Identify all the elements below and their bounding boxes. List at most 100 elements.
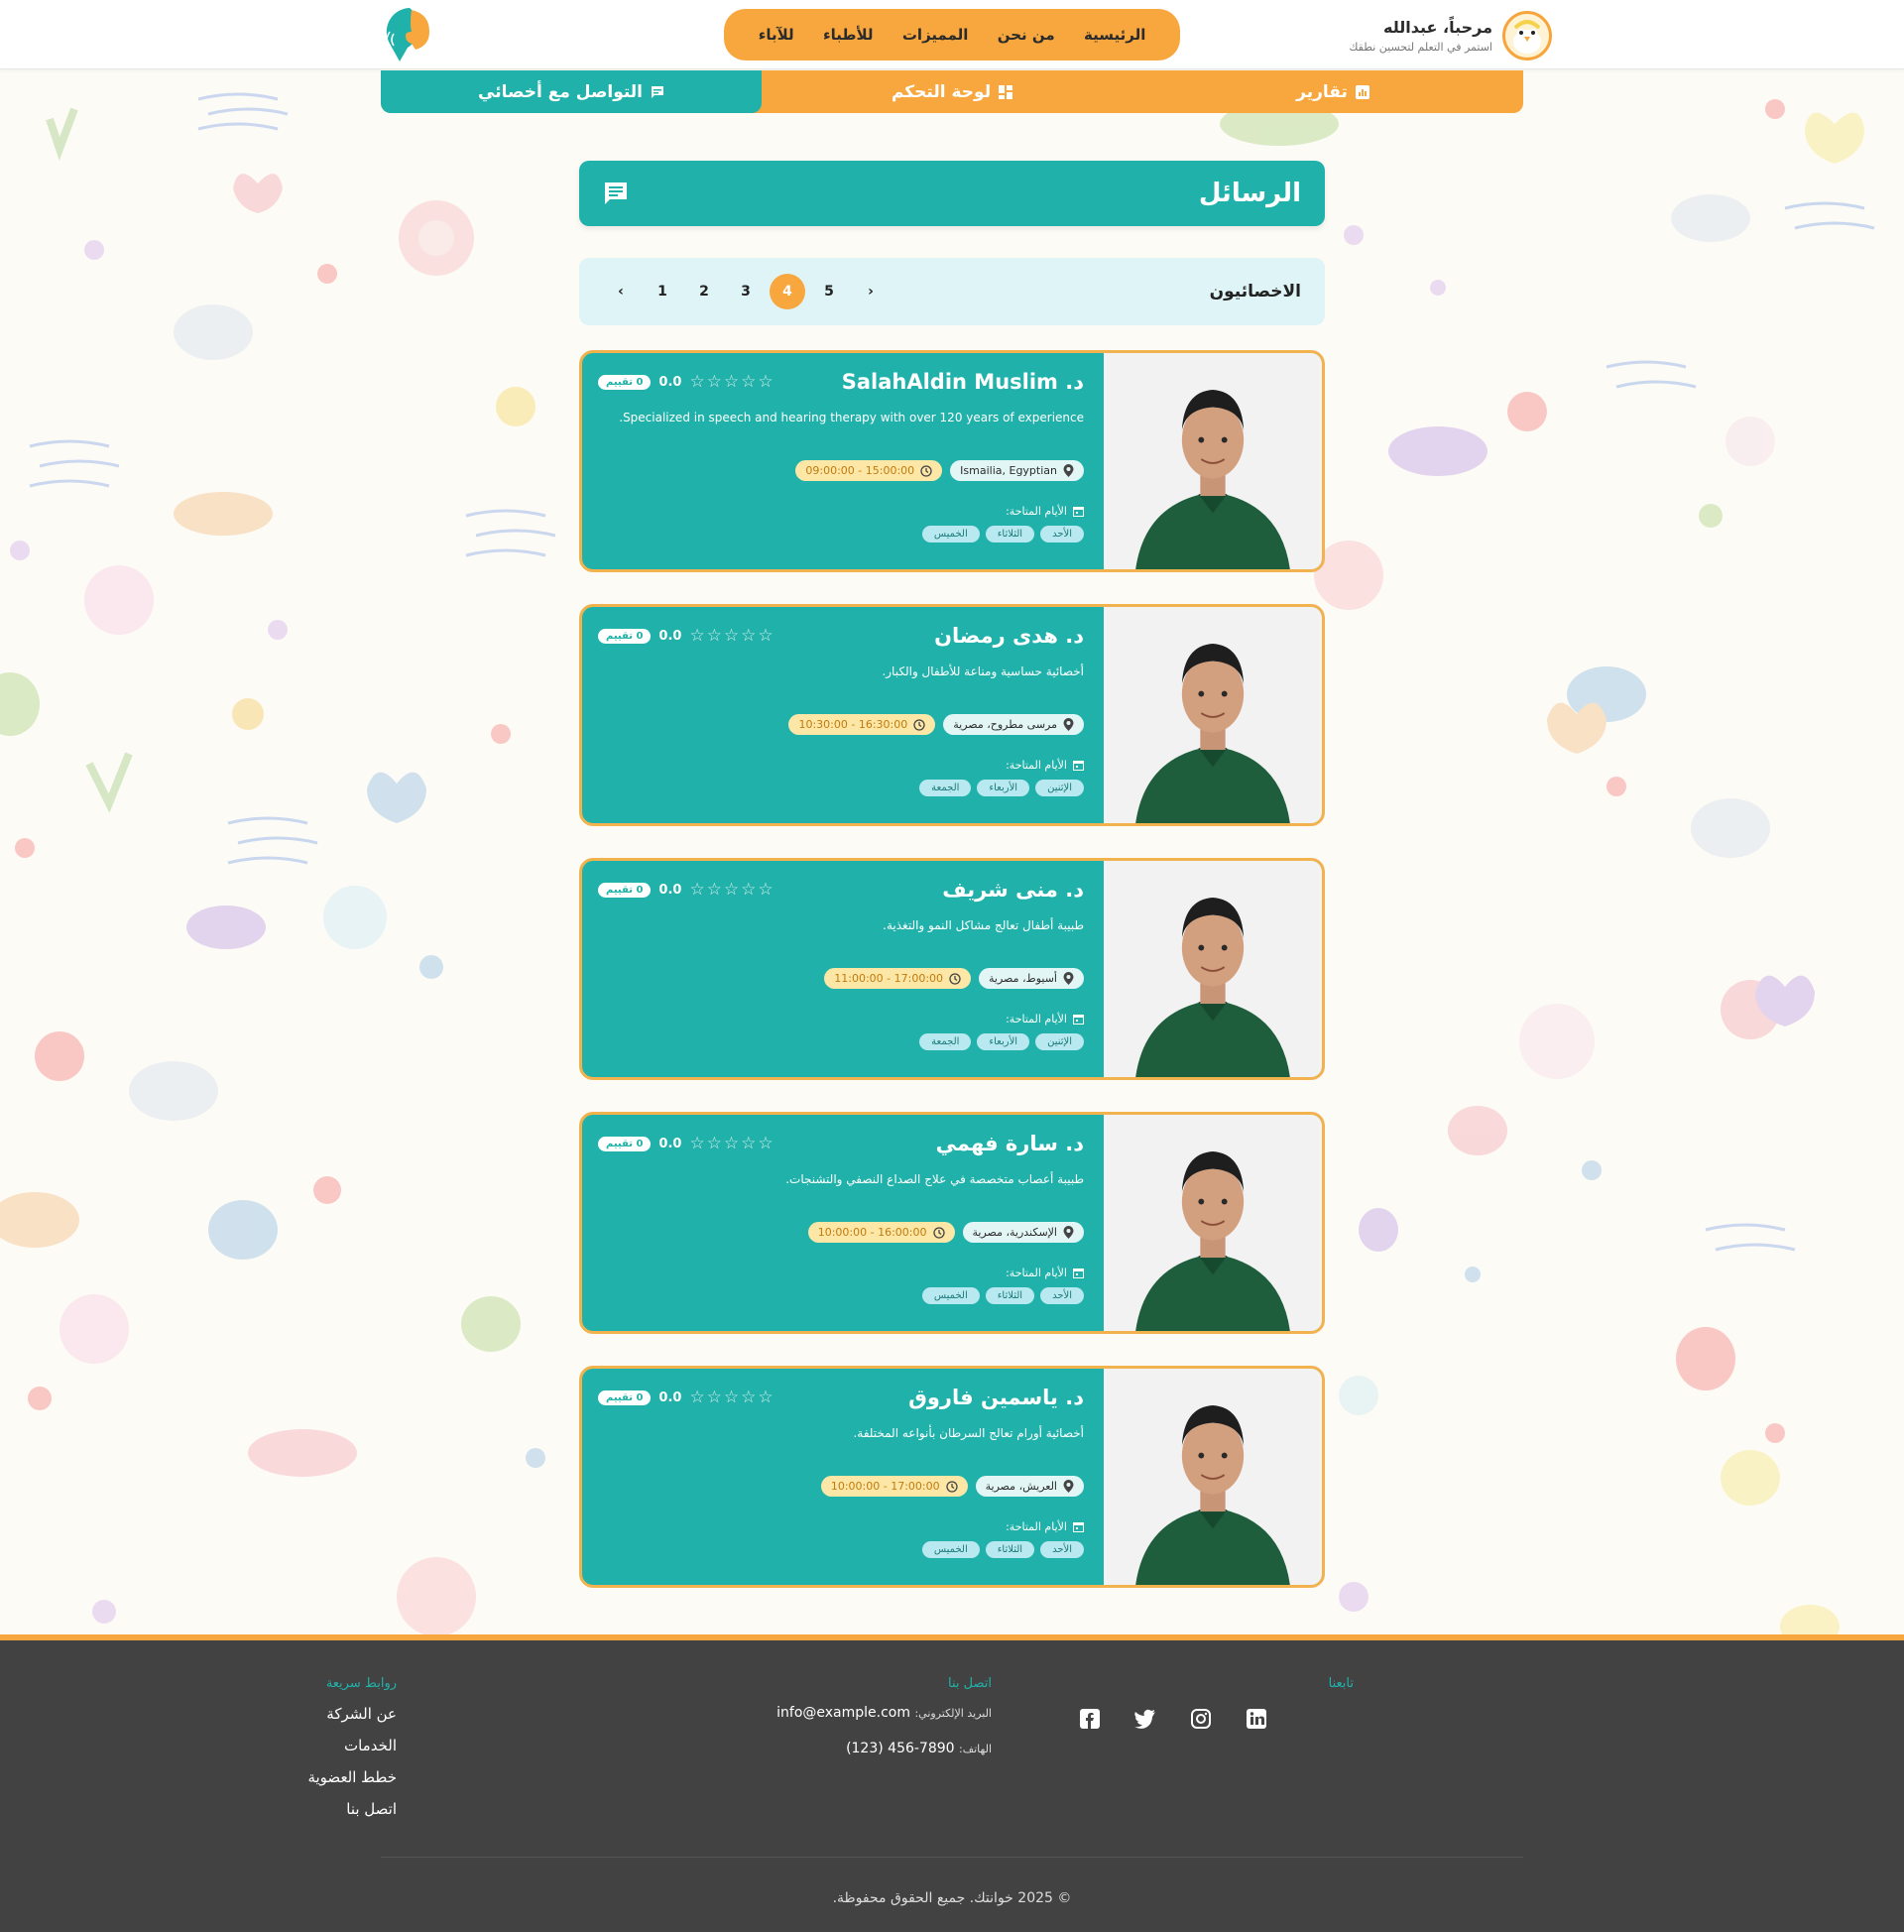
time-pill: 10:00:00 - 17:00:00	[820, 1476, 968, 1497]
doctor-photo-icon	[1106, 1115, 1320, 1331]
footer-phone: الهاتف: (123) 456-7890	[694, 1741, 992, 1756]
clock-icon	[945, 1480, 958, 1493]
page-5-button[interactable]: 5	[811, 274, 847, 309]
avatar[interactable]	[1502, 11, 1552, 60]
doctor-card[interactable]: د. ياسمين فاروق ☆☆☆☆☆ 0.0 0 تقييم أخصائية أو…	[579, 1366, 1325, 1588]
user-profile[interactable]: مرحباً، عبدالله استمر في التعلم لتحسين ن…	[1349, 10, 1552, 61]
available-days-label: الأيام المتاحة:	[598, 1267, 1084, 1279]
linkedin-icon[interactable]	[1243, 1705, 1270, 1733]
doctor-name[interactable]: د. هدى رمضان	[934, 624, 1084, 648]
doctor-rating: ☆☆☆☆☆ 0.0 0 تقييم	[598, 1388, 775, 1407]
star-rating-icon: ☆☆☆☆☆	[689, 626, 775, 646]
doctor-photo-icon	[1106, 353, 1320, 569]
time-text: 11:00:00 - 17:00:00	[834, 972, 944, 985]
reviews-badge: 0 تقييم	[598, 1389, 652, 1405]
doctor-rating: ☆☆☆☆☆ 0.0 0 تقييم	[598, 1134, 775, 1153]
page-2-button[interactable]: 2	[686, 274, 722, 309]
nav-doctors[interactable]: للأطباء	[823, 26, 874, 44]
location-pin-icon	[1063, 464, 1074, 477]
pagination: › 5 4 3 2 1 ‹	[603, 274, 889, 309]
day-pill: الثلاثاء	[985, 526, 1035, 543]
reviews-badge: 0 تقييم	[598, 374, 652, 390]
calendar-icon	[1073, 507, 1084, 517]
available-days: الإثنين الأربعاء الجمعة	[598, 780, 1084, 796]
clock-icon	[949, 972, 961, 985]
clock-icon	[920, 464, 932, 477]
doctor-photo	[1104, 1115, 1322, 1331]
doctor-rating: ☆☆☆☆☆ 0.0 0 تقييم	[598, 372, 775, 392]
tab-contact-specialist[interactable]: التواصل مع أخصائي	[381, 70, 762, 113]
doctor-name[interactable]: د. سارة فهمي	[936, 1132, 1084, 1155]
tab-dashboard-label: لوحة التحكم	[891, 81, 992, 102]
nav-parents[interactable]: للآباء	[759, 26, 794, 44]
time-pill: 10:30:00 - 16:30:00	[788, 714, 936, 735]
facebook-icon[interactable]	[1076, 1705, 1104, 1733]
page-3-button[interactable]: 3	[728, 274, 764, 309]
footer-link-services[interactable]: الخدمات	[198, 1737, 397, 1754]
time-text: 10:00:00 - 16:00:00	[817, 1226, 927, 1239]
calendar-icon	[1073, 761, 1084, 771]
doctor-description: طبيبة أطفال تعالج مشاكل النمو والتغذية.	[883, 918, 1084, 932]
logo[interactable]	[382, 4, 437, 65]
footer-copyright: © 2025 خوانتك. جميع الحقوق محفوظة.	[832, 1890, 1072, 1906]
tab-dashboard[interactable]: لوحة التحكم	[762, 70, 1142, 113]
logo-icon	[386, 8, 429, 61]
doctor-name[interactable]: د. منى شريف	[942, 878, 1084, 902]
doctor-card[interactable]: د. منى شريف ☆☆☆☆☆ 0.0 0 تقييم طبيبة أطفال تع…	[579, 858, 1325, 1080]
day-pill: الإثنين	[1035, 780, 1084, 796]
doctor-name[interactable]: د. SalahAldin Muslim	[842, 370, 1084, 394]
footer-link-about[interactable]: عن الشركة	[198, 1705, 397, 1723]
available-days-text: الأيام المتاحة:	[1006, 505, 1067, 518]
location-pin-icon	[1063, 1226, 1074, 1239]
footer-quick-links: روابط سريعة عن الشركة الخدمات خطط العضوي…	[198, 1676, 397, 1832]
day-pill: الجمعة	[919, 1033, 972, 1050]
reviews-badge: 0 تقييم	[598, 882, 652, 898]
location-text: العريش، مصرية	[985, 1480, 1057, 1493]
tab-contact-specialist-label: التواصل مع أخصائي	[478, 81, 644, 102]
message-icon[interactable]	[603, 181, 629, 206]
doctor-card[interactable]: د. SalahAldin Muslim ☆☆☆☆☆ 0.0 0 تقييم Speci…	[579, 350, 1325, 572]
page-1-button[interactable]: 1	[645, 274, 680, 309]
nav-features[interactable]: المميزات	[902, 26, 969, 44]
rating-value: 0.0	[658, 882, 682, 898]
messages-title: الرسائل	[1198, 179, 1301, 208]
footer: روابط سريعة عن الشركة الخدمات خطط العضوي…	[0, 1634, 1904, 1932]
doctor-photo	[1104, 353, 1322, 569]
rating-value: 0.0	[658, 1136, 682, 1151]
nav-about[interactable]: من نحن	[998, 26, 1055, 44]
rating-value: 0.0	[658, 374, 682, 390]
nav-home[interactable]: الرئيسية	[1084, 26, 1145, 44]
doctor-photo-icon	[1106, 1369, 1320, 1585]
page-next-button[interactable]: ›	[853, 274, 889, 309]
instagram-icon[interactable]	[1187, 1705, 1215, 1733]
doctor-rating: ☆☆☆☆☆ 0.0 0 تقييم	[598, 626, 775, 646]
tab-reports[interactable]: تقارير	[1142, 70, 1523, 113]
available-days: الإثنين الأربعاء الجمعة	[598, 1033, 1084, 1050]
day-pill: الأحد	[1040, 526, 1084, 543]
footer-link-plans[interactable]: خطط العضوية	[198, 1768, 397, 1786]
day-pill: الإثنين	[1035, 1033, 1084, 1050]
footer-link-contact[interactable]: اتصل بنا	[198, 1800, 397, 1818]
clock-icon	[932, 1226, 945, 1239]
doctor-description: أخصائية حساسية ومناعة للأطفال والكبار.	[882, 664, 1084, 678]
doctor-photo	[1104, 607, 1322, 823]
available-days-text: الأيام المتاحة:	[1006, 1520, 1067, 1533]
doctor-card[interactable]: د. سارة فهمي ☆☆☆☆☆ 0.0 0 تقييم طبيبة أعصاب م…	[579, 1112, 1325, 1334]
page-4-button[interactable]: 4	[770, 274, 805, 309]
top-header: مرحباً، عبدالله استمر في التعلم لتحسين ن…	[0, 0, 1904, 69]
location-pin-icon	[1063, 972, 1074, 985]
time-text: 09:00:00 - 15:00:00	[805, 464, 915, 477]
chart-icon	[1355, 84, 1369, 99]
doctor-card[interactable]: د. هدى رمضان ☆☆☆☆☆ 0.0 0 تقييم أخصائية حساسي…	[579, 604, 1325, 826]
twitter-icon[interactable]	[1131, 1705, 1159, 1733]
location-pill: الإسكندرية، مصرية	[962, 1222, 1084, 1243]
page-prev-button[interactable]: ‹	[603, 274, 639, 309]
rating-value: 0.0	[658, 628, 682, 644]
doctor-photo-icon	[1106, 861, 1320, 1077]
day-pill: الأربعاء	[977, 780, 1030, 796]
footer-email-value[interactable]: info@example.com	[776, 1705, 910, 1721]
location-pin-icon	[1063, 718, 1074, 731]
specialists-title: الاخصائيون	[1209, 282, 1301, 302]
footer-follow-title: تابعنا	[1328, 1676, 1354, 1691]
doctor-name[interactable]: د. ياسمين فاروق	[908, 1386, 1084, 1409]
